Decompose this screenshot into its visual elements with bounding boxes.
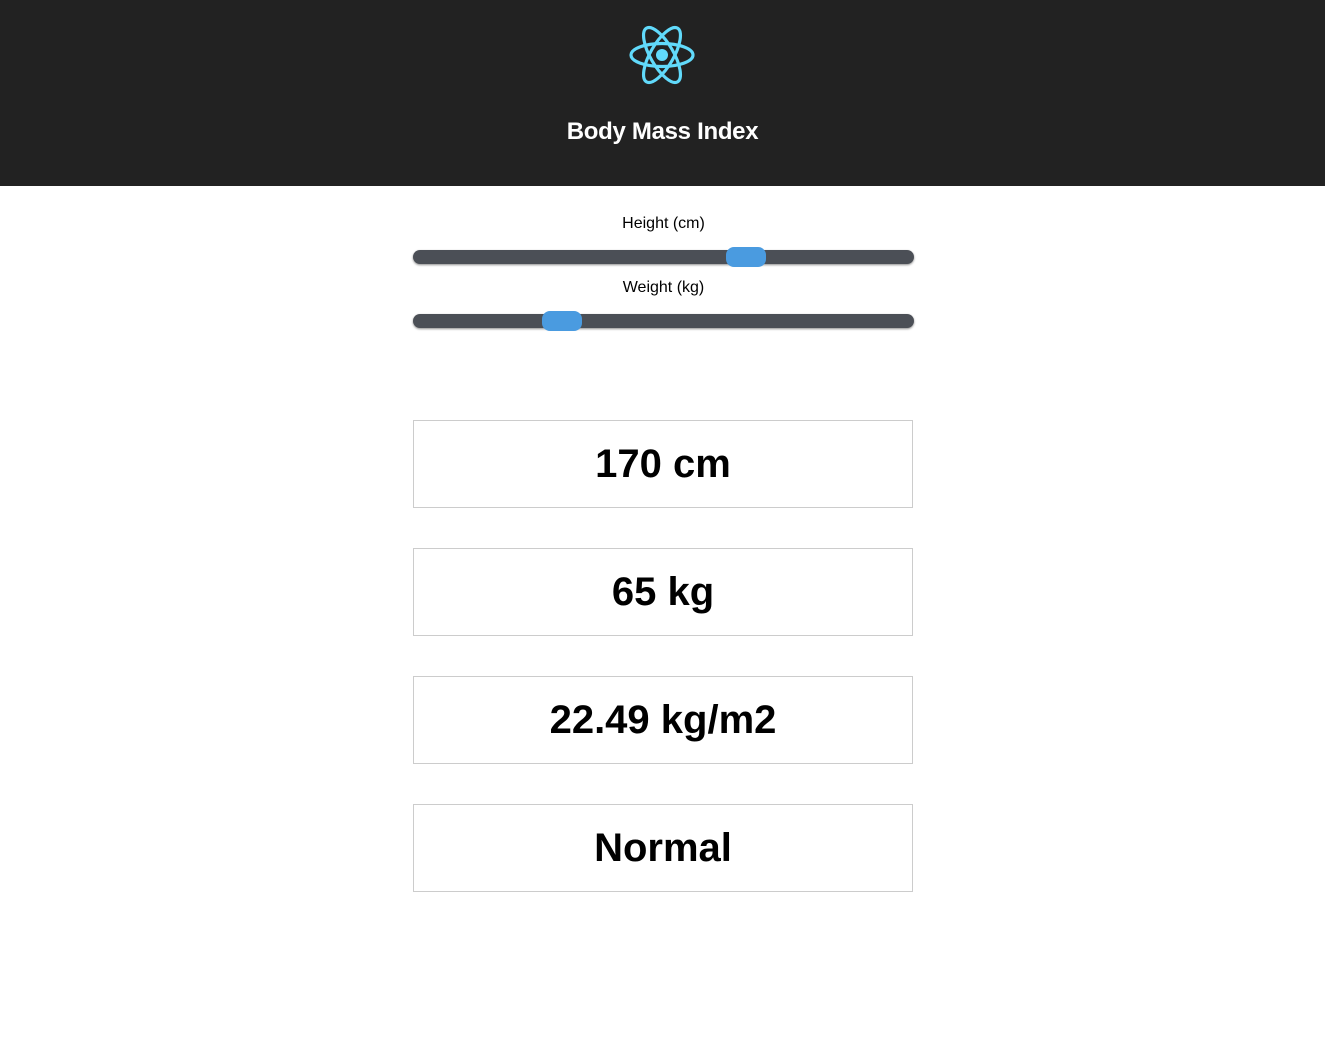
height-slider-label: Height (cm) — [622, 215, 705, 232]
weight-slider[interactable] — [413, 311, 914, 331]
page-title: Body Mass Index — [566, 118, 759, 145]
app-header: Body Mass Index — [0, 0, 1325, 186]
react-atom-icon — [629, 25, 695, 85]
height-result-box: 170 cm — [413, 420, 913, 508]
weight-result: 65 kg — [611, 569, 715, 614]
bmi-result: 22.49 kg/m2 — [549, 697, 777, 742]
weight-slider-thumb[interactable] — [542, 311, 582, 331]
weight-slider-label: Weight (kg) — [622, 279, 705, 296]
height-result: 170 cm — [595, 441, 731, 486]
bmi-category: Normal — [594, 825, 732, 870]
bmi-result-box: 22.49 kg/m2 — [413, 676, 913, 764]
bmi-category-box: Normal — [413, 804, 913, 892]
weight-result-box: 65 kg — [413, 548, 913, 636]
height-slider-thumb[interactable] — [726, 247, 766, 267]
height-slider[interactable] — [413, 247, 914, 267]
